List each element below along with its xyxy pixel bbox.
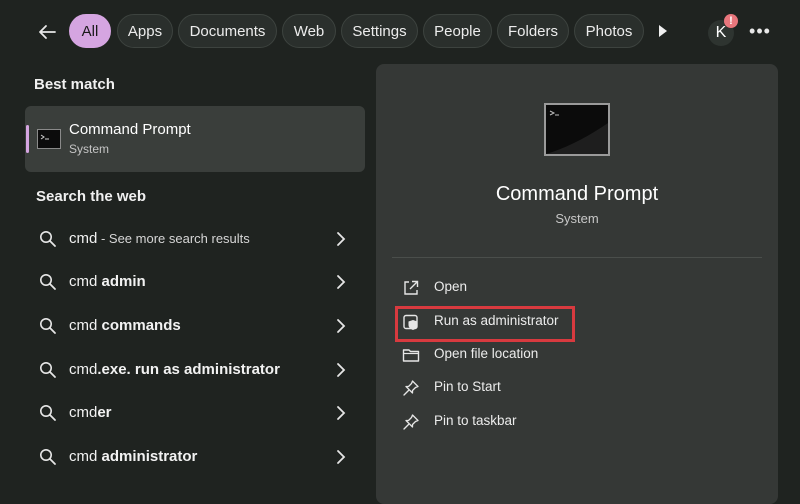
- pin-icon: [403, 414, 419, 430]
- action-open-file-location[interactable]: Open file location: [396, 340, 756, 370]
- shield-admin-icon: [403, 314, 418, 330]
- action-pin-to-taskbar[interactable]: Pin to taskbar: [396, 407, 756, 437]
- search-icon: [40, 318, 56, 334]
- action-run-as-administrator[interactable]: Run as administrator: [396, 307, 756, 337]
- best-match-subtitle: System: [69, 142, 110, 156]
- web-result-item[interactable]: cmd.exe. run as administrator: [25, 350, 365, 390]
- web-result-text: cmd commands: [69, 317, 181, 334]
- filter-tab-apps[interactable]: Apps: [117, 14, 173, 48]
- search-icon: [40, 231, 56, 247]
- web-result-item[interactable]: cmd administrator: [25, 437, 365, 477]
- open-external-icon: [404, 280, 419, 295]
- filter-tab-documents[interactable]: Documents: [178, 14, 277, 48]
- action-open[interactable]: Open: [396, 273, 756, 303]
- terminal-icon: [544, 103, 610, 156]
- chevron-right-icon: [337, 319, 346, 333]
- search-icon: [40, 449, 56, 465]
- action-label: Pin to Start: [434, 379, 501, 394]
- web-result-item[interactable]: cmd - See more search results: [25, 219, 365, 259]
- best-match-heading: Best match: [34, 76, 115, 93]
- web-result-item[interactable]: cmder: [25, 393, 365, 433]
- chevron-right-icon: [337, 450, 346, 464]
- back-button[interactable]: [30, 18, 64, 46]
- best-match-item[interactable]: [25, 106, 365, 172]
- terminal-icon: [37, 129, 61, 149]
- web-result-text: cmder: [69, 404, 112, 421]
- action-label: Open: [434, 279, 468, 294]
- search-icon: [40, 274, 56, 290]
- more-options-button[interactable]: •••: [748, 22, 772, 40]
- action-label: Pin to taskbar: [434, 413, 517, 428]
- web-result-text: cmd.exe. run as administrator: [69, 361, 280, 378]
- action-pin-to-start[interactable]: Pin to Start: [396, 373, 756, 403]
- web-result-text: cmd administrator: [69, 448, 198, 465]
- divider: [392, 257, 762, 258]
- web-result-text: cmd admin: [69, 273, 146, 290]
- filter-tab-web[interactable]: Web: [282, 14, 336, 48]
- play-icon: [659, 25, 667, 37]
- back-arrow-icon: [39, 25, 56, 39]
- chevron-right-icon: [337, 232, 346, 246]
- more-filters-button[interactable]: [651, 20, 673, 42]
- action-label: Run as administrator: [434, 313, 559, 328]
- filter-tab-photos[interactable]: Photos: [574, 14, 644, 48]
- app-subtitle: System: [555, 211, 599, 226]
- best-match-title: Command Prompt: [69, 121, 191, 138]
- chevron-right-icon: [337, 275, 346, 289]
- web-result-item[interactable]: cmd admin: [25, 262, 365, 302]
- chevron-right-icon: [337, 406, 346, 420]
- folder-icon: [402, 349, 420, 362]
- pin-icon: [403, 380, 419, 396]
- action-label: Open file location: [434, 346, 539, 361]
- filter-tab-people[interactable]: People: [423, 14, 492, 48]
- filter-tab-all[interactable]: All: [69, 14, 111, 48]
- filter-tab-settings[interactable]: Settings: [341, 14, 418, 48]
- selection-accent: [26, 125, 29, 153]
- filter-tab-folders[interactable]: Folders: [497, 14, 569, 48]
- app-title: Command Prompt: [495, 183, 659, 205]
- search-icon: [40, 362, 56, 378]
- chevron-right-icon: [337, 363, 346, 377]
- search-icon: [40, 405, 56, 421]
- web-result-item[interactable]: cmd commands: [25, 306, 365, 346]
- search-web-heading: Search the web: [36, 188, 147, 205]
- notification-badge: !: [724, 14, 738, 28]
- web-result-text: cmd - See more search results: [69, 230, 250, 247]
